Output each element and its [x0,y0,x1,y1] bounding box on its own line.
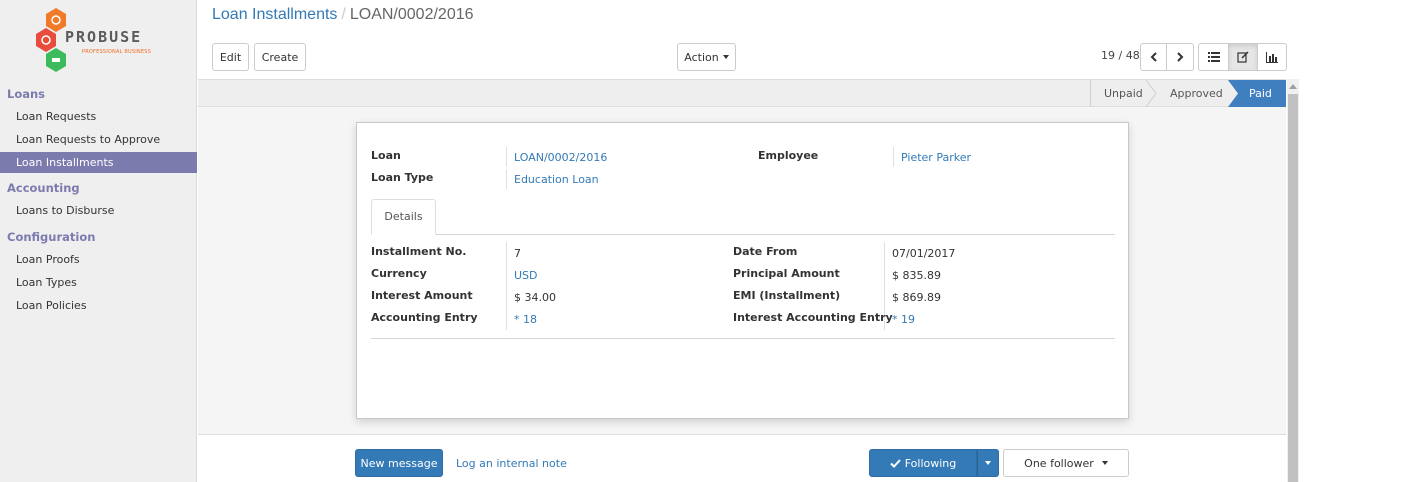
details-bottom-divider [371,338,1115,339]
sidebar: PROBUSE PROFESSIONAL BUSINESS Loans Loan… [0,0,197,482]
currency-link[interactable]: USD [514,269,538,282]
followers-dropdown-button[interactable]: One follower [1003,449,1129,477]
loan-type-label: Loan Type [371,171,434,184]
sidebar-item-loan-policies[interactable]: Loan Policies [0,295,197,316]
list-view-button[interactable] [1198,43,1229,71]
tabs-underline [371,234,1115,235]
menu-section-loans: Loans [7,87,46,101]
installment-no-label: Installment No. [371,245,467,258]
scrollbar-thumb[interactable] [1288,94,1298,482]
menu-section-accounting: Accounting [7,181,80,195]
pager-next-button[interactable] [1166,43,1194,71]
interest-accounting-entry-link[interactable]: * 19 [892,313,915,326]
stage-approved[interactable]: Approved [1170,80,1223,107]
caret-down-icon [722,55,729,59]
action-label: Action [684,50,719,64]
date-from-label: Date From [733,245,798,258]
stage-arrow-icon [1146,80,1157,107]
scroll-up-arrow-icon[interactable] [1289,84,1297,89]
log-note-link[interactable]: Log an internal note [456,457,567,470]
new-message-button[interactable]: New message [355,449,443,477]
caret-down-icon [985,461,991,465]
currency-label: Currency [371,267,427,280]
bar-chart-icon [1266,51,1278,63]
interest-amount-value: $ 34.00 [514,291,556,304]
probuse-logo[interactable]: PROBUSE PROFESSIONAL BUSINESS [36,6,166,74]
sidebar-item-loan-types[interactable]: Loan Types [0,272,197,293]
sidebar-item-loan-installments[interactable]: Loan Installments [0,152,197,173]
menu-section-configuration: Configuration [7,230,96,244]
installment-no-value: 7 [514,247,521,260]
breadcrumb-current: LOAN/0002/2016 [349,6,474,23]
statusbar: Unpaid Approved Paid [198,79,1286,107]
field-separator [893,147,894,167]
graph-view-button[interactable] [1257,43,1287,71]
check-icon [890,458,901,468]
action-dropdown-button[interactable]: Action [677,43,736,71]
chevron-right-icon [1177,52,1184,62]
following-dropdown-button[interactable] [977,449,999,477]
loan-link[interactable]: LOAN/0002/2016 [514,151,607,164]
column-separator-left [506,242,507,330]
logo-tagline: PROFESSIONAL BUSINESS [82,49,151,55]
date-from-value: 07/01/2017 [892,247,956,260]
emi-value: $ 869.89 [892,291,941,304]
pager-counter: 19 / 48 [1101,49,1140,62]
create-button[interactable]: Create [254,43,306,71]
loan-type-link[interactable]: Education Loan [514,173,599,186]
chevron-left-icon [1150,52,1157,62]
following-button[interactable]: Following [869,449,977,477]
principal-amount-value: $ 835.89 [892,269,941,282]
emi-label: EMI (Installment) [733,289,841,302]
accounting-entry-label: Accounting Entry [371,311,478,324]
statusbar-divider [1090,80,1091,107]
following-label: Following [904,456,957,470]
tab-details[interactable]: Details [371,199,436,235]
principal-amount-label: Principal Amount [733,267,840,280]
form-sheet: Loan LOAN/0002/2016 Loan Type Education … [356,122,1129,419]
accounting-entry-link[interactable]: * 18 [514,313,537,326]
breadcrumb: Loan Installments / LOAN/0002/2016 [212,6,474,24]
form-view-button[interactable] [1228,43,1258,71]
sidebar-item-loan-proofs[interactable]: Loan Proofs [0,249,197,270]
sidebar-item-loans-to-disburse[interactable]: Loans to Disburse [0,200,197,221]
field-separator [506,169,507,189]
list-icon [1207,52,1220,62]
interest-amount-label: Interest Amount [371,289,473,302]
field-separator [506,147,507,167]
breadcrumb-separator: / [341,6,346,23]
loan-label: Loan [371,149,401,162]
edit-button[interactable]: Edit [212,43,249,71]
breadcrumb-parent-link[interactable]: Loan Installments [212,6,337,23]
employee-link[interactable]: Pieter Parker [901,151,971,164]
sidebar-item-loan-requests[interactable]: Loan Requests [0,106,197,127]
logo-wordmark: PROBUSE [65,28,143,46]
stage-unpaid[interactable]: Unpaid [1104,80,1143,107]
stage-paid[interactable]: Paid [1249,80,1272,107]
interest-accounting-entry-label: Interest Accounting Entry [733,311,893,324]
edit-form-icon [1237,51,1249,63]
followers-label: One follower [1024,456,1094,470]
employee-label: Employee [758,149,819,162]
pager-previous-button[interactable] [1140,43,1167,71]
caret-down-icon [1101,461,1108,465]
sidebar-item-loan-requests-to-approve[interactable]: Loan Requests to Approve [0,129,197,150]
